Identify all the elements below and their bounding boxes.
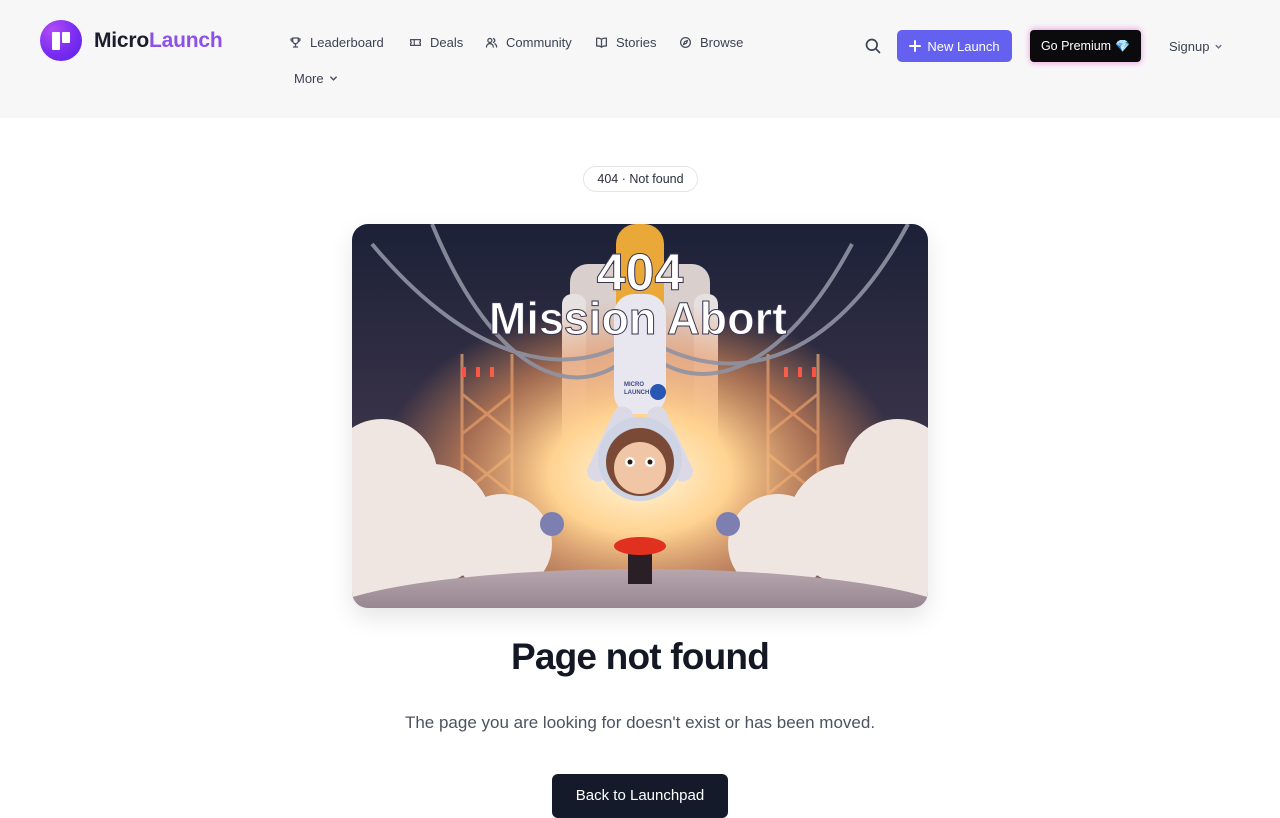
hero-illustration: MICRO LAUNCH 404 Mission Abort bbox=[352, 224, 928, 608]
brand-name: MicroLaunch bbox=[94, 29, 223, 53]
users-icon bbox=[485, 37, 498, 48]
brand-name-part1: Micro bbox=[94, 28, 150, 52]
nav-item-deals[interactable]: Deals bbox=[409, 32, 463, 52]
chevron-down-icon bbox=[1215, 44, 1223, 49]
brand-logo-link[interactable]: MicroLaunch bbox=[40, 20, 223, 61]
new-launch-label: New Launch bbox=[927, 38, 1000, 54]
compass-icon bbox=[679, 36, 692, 48]
suit-text-1: MICRO bbox=[624, 382, 644, 388]
search-button[interactable] bbox=[862, 35, 884, 57]
nav-item-leaderboard[interactable]: Leaderboard bbox=[289, 32, 384, 52]
nav-item-browse[interactable]: Browse bbox=[679, 32, 743, 52]
nav-item-label: Deals bbox=[430, 34, 464, 50]
search-icon bbox=[865, 38, 881, 54]
suit-text-2: LAUNCH bbox=[624, 390, 649, 396]
go-premium-label: Go Premium bbox=[1040, 39, 1112, 53]
gem-icon: 💎 bbox=[1115, 39, 1131, 53]
page-title: Page not found bbox=[510, 636, 770, 677]
plus-icon bbox=[909, 40, 922, 52]
signup-dropdown[interactable]: Signup bbox=[1169, 36, 1223, 56]
chevron-down-icon bbox=[329, 75, 337, 81]
error-message: The page you are looking for doesn't exi… bbox=[404, 713, 876, 732]
nav-item-label: Community bbox=[506, 34, 572, 50]
book-icon bbox=[595, 37, 608, 48]
go-premium-button[interactable]: Go Premium 💎 bbox=[1030, 30, 1141, 62]
back-to-launchpad-button[interactable]: Back to Launchpad bbox=[552, 774, 728, 818]
nav-item-label: Browse bbox=[700, 34, 744, 50]
nav-item-stories[interactable]: Stories bbox=[595, 32, 656, 52]
back-button-label: Back to Launchpad bbox=[575, 787, 705, 804]
signup-label: Signup bbox=[1169, 38, 1210, 54]
nav-more-label: More bbox=[294, 70, 324, 86]
nav-item-label: Leaderboard bbox=[310, 34, 384, 50]
microlaunch-logo-icon bbox=[40, 20, 82, 61]
brand-name-part2: Launch bbox=[149, 28, 223, 52]
site-header: MicroLaunch Leaderboard Deals Community … bbox=[0, 0, 1280, 118]
ticket-icon bbox=[409, 38, 422, 46]
trophy-icon bbox=[290, 36, 301, 48]
nav-item-more[interactable]: More bbox=[294, 68, 338, 88]
nav-item-label: Stories bbox=[616, 34, 657, 50]
hero-title-line2: Mission Abort bbox=[489, 293, 787, 344]
new-launch-button[interactable]: New Launch bbox=[897, 30, 1012, 62]
nav-item-community[interactable]: Community bbox=[485, 32, 572, 52]
status-badge: 404 · Not found bbox=[583, 166, 698, 192]
